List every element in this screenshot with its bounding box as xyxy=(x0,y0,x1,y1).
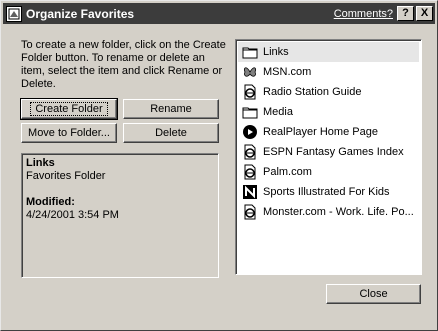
favorite-item-label: Links xyxy=(263,46,289,58)
rename-button[interactable]: Rename xyxy=(123,99,219,119)
favorite-item-label: Monster.com - Work. Life. Po... xyxy=(263,206,414,218)
favorite-item[interactable]: Sports Illustrated For Kids xyxy=(238,182,419,202)
favorite-item-label: RealPlayer Home Page xyxy=(263,126,378,138)
item-type: Favorites Folder xyxy=(26,170,106,182)
comments-link[interactable]: Comments? xyxy=(334,8,393,20)
delete-button[interactable]: Delete xyxy=(123,123,219,143)
ie-page-icon xyxy=(242,144,258,160)
close-button[interactable]: Close xyxy=(326,284,421,304)
move-to-folder-button[interactable]: Move to Folder... xyxy=(21,123,117,143)
modified-label: Modified: xyxy=(26,196,75,208)
si-kids-icon xyxy=(242,184,258,200)
favorite-item[interactable]: Monster.com - Work. Life. Po... xyxy=(238,202,419,222)
folder-icon xyxy=(242,44,258,60)
modified-value: 4/24/2001 3:54 PM xyxy=(26,209,119,221)
favorite-item[interactable]: MSN.com xyxy=(238,62,419,82)
ie-page-icon xyxy=(242,164,258,180)
msn-butterfly-icon xyxy=(242,64,258,80)
item-name: Links xyxy=(26,157,55,169)
favorite-item-label: MSN.com xyxy=(263,66,312,78)
favorite-item-label: Radio Station Guide xyxy=(263,86,362,98)
ie-page-icon xyxy=(242,204,258,220)
create-folder-button[interactable]: Create Folder xyxy=(20,98,118,120)
favorite-item[interactable]: RealPlayer Home Page xyxy=(238,122,419,142)
folder-icon xyxy=(242,104,258,120)
favorites-icon xyxy=(6,5,22,22)
favorite-item[interactable]: Links xyxy=(238,42,419,62)
realplayer-icon xyxy=(242,124,258,140)
favorite-item-label: Media xyxy=(263,106,293,118)
ie-page-icon xyxy=(242,84,258,100)
create-folder-label: Create Folder xyxy=(30,102,108,116)
organize-favorites-dialog: Organize Favorites Comments? ? X To crea… xyxy=(0,0,438,331)
favorite-item-label: ESPN Fantasy Games Index xyxy=(263,146,404,158)
favorite-item-label: Sports Illustrated For Kids xyxy=(263,186,390,198)
favorite-item[interactable]: Radio Station Guide xyxy=(238,82,419,102)
favorite-item[interactable]: Media xyxy=(238,102,419,122)
favorite-item-label: Palm.com xyxy=(263,166,312,178)
close-window-button[interactable]: X xyxy=(416,6,433,21)
title-bar[interactable]: Organize Favorites Comments? ? X xyxy=(3,3,435,24)
item-info-panel: Links Favorites Folder Modified: 4/24/20… xyxy=(21,153,219,278)
help-button[interactable]: ? xyxy=(397,6,414,21)
window-title: Organize Favorites xyxy=(26,6,135,21)
favorite-item[interactable]: Palm.com xyxy=(238,162,419,182)
instructions-text: To create a new folder, click on the Cre… xyxy=(21,39,226,90)
favorite-item[interactable]: ESPN Fantasy Games Index xyxy=(238,142,419,162)
favorites-list[interactable]: Links MSN.com Radio Station Guide Media Real… xyxy=(235,39,422,275)
